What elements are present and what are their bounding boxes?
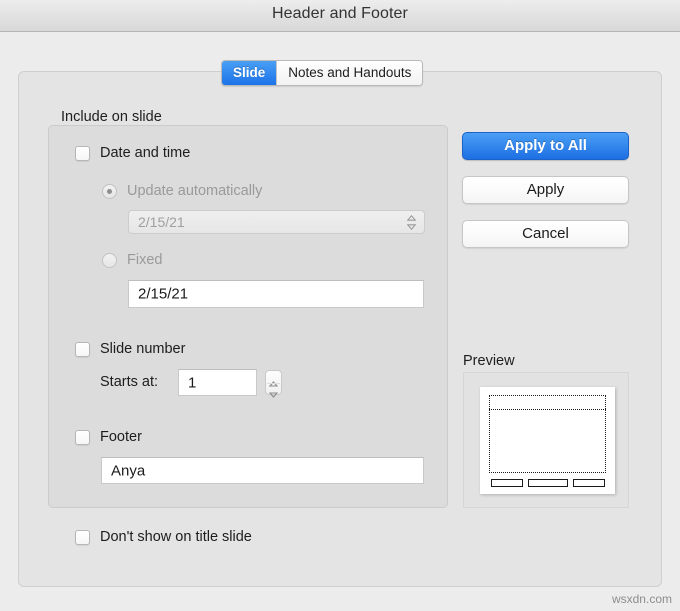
update-automatically-radio[interactable] <box>102 183 117 199</box>
tab-notes-and-handouts[interactable]: Notes and Handouts <box>276 61 423 85</box>
apply-button[interactable]: Apply <box>462 176 629 204</box>
dont-show-on-title-slide-row[interactable]: Don't show on title slide <box>75 529 252 545</box>
tab-slide[interactable]: Slide <box>222 61 277 85</box>
preview-label: Preview <box>463 353 515 369</box>
footer-value: Anya <box>111 462 146 479</box>
dialog-title: Header and Footer <box>271 5 408 22</box>
slide-number-row[interactable]: Slide number <box>75 341 185 357</box>
chevron-down-icon <box>407 224 416 230</box>
header-footer-dialog: Header and Footer Slide Notes and Handou… <box>0 0 680 611</box>
chevron-up-icon <box>407 215 416 221</box>
preview-footer-placeholder-right <box>573 479 605 487</box>
preview-header-placeholder <box>489 395 606 410</box>
slide-number-checkbox[interactable] <box>75 341 90 357</box>
slide-number-label: Slide number <box>100 341 186 357</box>
preview-area <box>463 372 629 508</box>
dont-show-on-title-slide-label: Don't show on title slide <box>100 529 252 545</box>
update-automatically-row[interactable]: Update automatically <box>102 183 262 199</box>
date-and-time-row[interactable]: Date and time <box>75 145 190 161</box>
date-format-popup[interactable]: 2/15/21 <box>128 210 425 234</box>
watermark: wsxdn.com <box>611 592 672 606</box>
footer-checkbox[interactable] <box>75 429 90 445</box>
fixed-date-row[interactable]: Fixed <box>102 252 162 268</box>
starts-at-value: 1 <box>188 374 197 391</box>
include-on-slide-label: Include on slide <box>61 109 162 125</box>
starts-at-stepper[interactable] <box>265 370 282 398</box>
date-and-time-checkbox[interactable] <box>75 145 90 161</box>
fixed-date-label: Fixed <box>127 252 163 268</box>
stepper-up-icon[interactable] <box>268 374 279 387</box>
date-format-value: 2/15/21 <box>138 214 185 230</box>
preview-footer-placeholder-left <box>491 479 523 487</box>
date-and-time-label: Date and time <box>100 145 191 161</box>
fixed-date-input[interactable]: 2/15/21 <box>128 280 424 308</box>
fixed-date-value: 2/15/21 <box>138 285 189 303</box>
popup-stepper-arrows-icon <box>407 215 416 231</box>
stepper-down-icon[interactable] <box>268 385 279 398</box>
update-automatically-label: Update automatically <box>127 183 263 199</box>
cancel-button[interactable]: Cancel <box>462 220 629 248</box>
apply-to-all-button[interactable]: Apply to All <box>462 132 629 160</box>
fixed-date-radio[interactable] <box>102 252 117 268</box>
tab-bar: Slide Notes and Handouts <box>221 60 424 86</box>
preview-slide-thumbnail <box>480 387 615 494</box>
starts-at-input[interactable]: 1 <box>178 369 257 396</box>
stepper-divider <box>267 382 280 384</box>
starts-at-label: Starts at: <box>100 374 159 390</box>
dialog-titlebar: Header and Footer <box>0 0 680 32</box>
preview-footer-placeholder-center <box>528 479 568 487</box>
footer-row[interactable]: Footer <box>75 429 142 445</box>
footer-label: Footer <box>100 429 142 445</box>
footer-input[interactable]: Anya <box>101 457 424 484</box>
dont-show-on-title-slide-checkbox[interactable] <box>75 529 90 545</box>
